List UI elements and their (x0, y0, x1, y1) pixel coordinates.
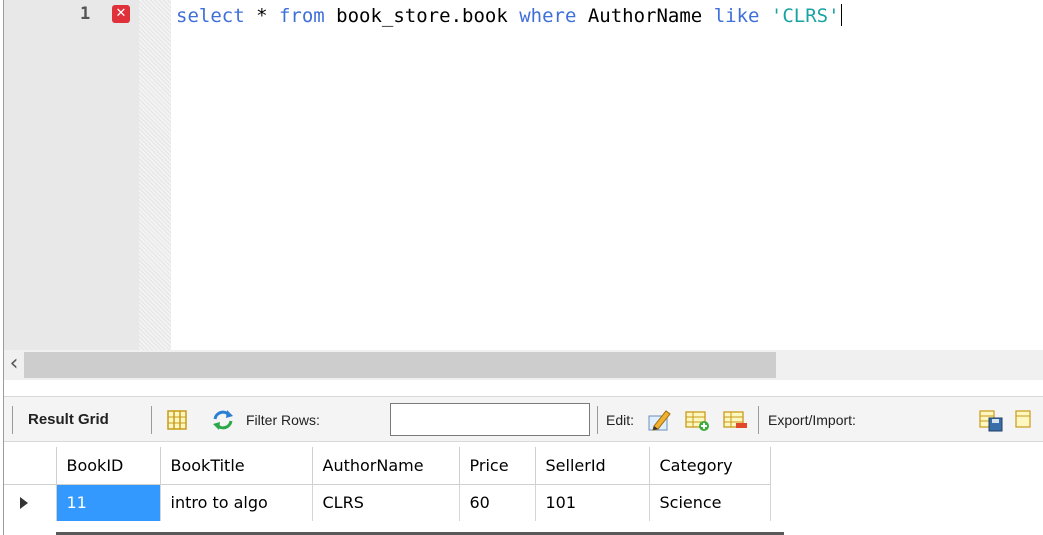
refresh-icon[interactable] (210, 407, 236, 433)
column-header-category[interactable]: Category (649, 447, 771, 485)
cell-price[interactable]: 60 (459, 484, 536, 521)
table-row[interactable]: 11 intro to algo CLRS 60 101 Science (4, 484, 771, 521)
delete-row-icon[interactable] (722, 407, 748, 433)
keyword-select: select (176, 5, 245, 27)
line-number-gutter: 1 ✕ (4, 0, 139, 350)
add-row-icon[interactable] (684, 407, 710, 433)
fold-margin (139, 0, 171, 350)
column-header-price[interactable]: Price (459, 447, 536, 485)
result-table: BookID BookTitle AuthorName Price Seller… (4, 447, 771, 521)
edit-label: Edit: (606, 412, 635, 428)
column-header-booktitle[interactable]: BookTitle (160, 447, 313, 485)
edit-pencil-icon[interactable] (646, 407, 672, 433)
column-header-bookid[interactable]: BookID (56, 447, 161, 485)
table-header-row: BookID BookTitle AuthorName Price Seller… (4, 447, 771, 485)
toolbar-separator (12, 406, 13, 434)
code-string-literal: 'CLRS' (770, 5, 840, 27)
keyword-where: where (519, 5, 577, 27)
cell-booktitle[interactable]: intro to algo (160, 484, 313, 521)
column-header-authorname[interactable]: AuthorName (312, 447, 460, 485)
keyword-like: like (713, 5, 760, 27)
code-column-name: AuthorName (576, 5, 714, 27)
cell-category[interactable]: Science (649, 484, 771, 521)
line-number: 1 (80, 4, 91, 24)
horizontal-scrollbar[interactable]: ‹ (4, 350, 1043, 380)
code-table-name: book_store.book (324, 5, 520, 27)
export-import-label: Export/Import: (768, 412, 856, 428)
cell-authorname[interactable]: CLRS (312, 484, 460, 521)
keyword-from: from (278, 5, 325, 27)
result-toolbar: Result Grid Filter Rows: Edit: Export/Im… (4, 396, 1043, 442)
code-star: * (244, 5, 279, 27)
row-pointer[interactable] (4, 484, 57, 521)
filter-rows-label: Filter Rows: (246, 412, 320, 428)
error-x-icon[interactable]: ✕ (112, 5, 130, 23)
sql-workbench-pane: 1 ✕ select * from book_store.book where … (3, 0, 1043, 535)
filter-rows-input[interactable] (390, 403, 590, 436)
scroll-left-arrow-icon[interactable]: ‹ (4, 350, 24, 380)
scrollbar-thumb[interactable] (24, 352, 776, 378)
toolbar-separator (597, 406, 598, 434)
result-grid: BookID BookTitle AuthorName Price Seller… (4, 447, 771, 521)
export-icon[interactable] (978, 407, 1004, 433)
query-editor[interactable]: 1 ✕ select * from book_store.book where … (4, 0, 1043, 350)
column-header-sellerid[interactable]: SellerId (535, 447, 650, 485)
text-caret (840, 4, 842, 26)
row-header-corner (4, 447, 57, 485)
import-icon[interactable] (1014, 407, 1040, 433)
cell-sellerid[interactable]: 101 (535, 484, 650, 521)
toolbar-separator (758, 406, 759, 434)
grid-layout-icon[interactable] (164, 407, 190, 433)
toolbar-separator (151, 406, 152, 434)
cell-bookid[interactable]: 11 (56, 484, 161, 521)
sql-code-line[interactable]: select * from book_store.book where Auth… (176, 4, 842, 27)
result-grid-tab[interactable]: Result Grid (28, 397, 109, 443)
row-pointer-arrow-icon (20, 496, 28, 509)
